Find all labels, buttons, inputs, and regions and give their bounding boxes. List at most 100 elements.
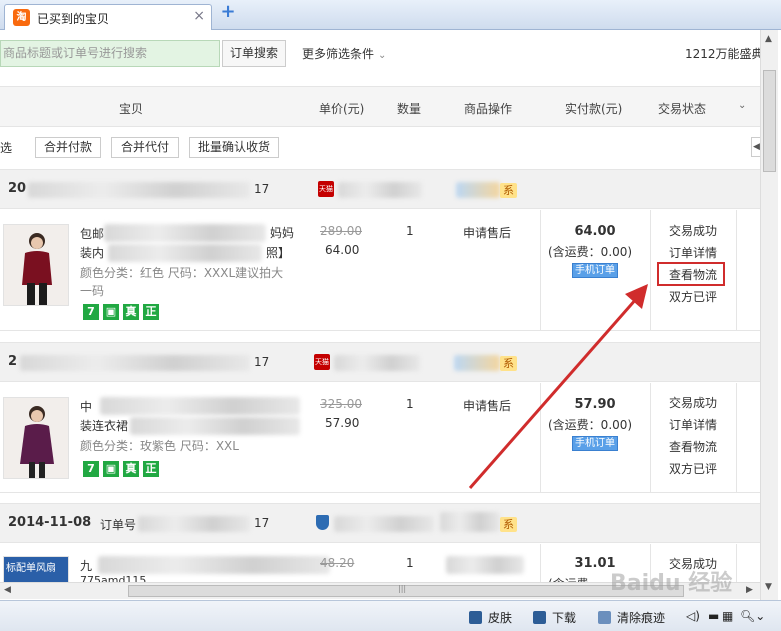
quantity: 1 — [406, 556, 414, 570]
order-date: 2 — [8, 354, 18, 369]
baidu-watermark: Baidu 经验 — [610, 571, 733, 596]
tmall-badge-icon: 天猫 — [318, 181, 334, 197]
divider — [650, 383, 651, 493]
divider — [736, 383, 737, 493]
merge-pay-button[interactable]: 合并付款 — [35, 137, 101, 158]
order-header: 2 17 天猫 系 — [0, 342, 760, 382]
batch-actions-bar: 全选 合并付款 合并代付 批量确认收货 ◀ — [0, 128, 761, 168]
redacted-title — [98, 556, 330, 574]
download-button[interactable]: 下载 — [533, 609, 576, 626]
service-icons: 7 ▣ 真正 — [83, 461, 163, 477]
redacted-shop-name[interactable] — [334, 516, 434, 532]
more-filters-dropdown[interactable]: 更多筛选条件 ⌄ — [302, 45, 386, 62]
grid-icon[interactable]: ▦ — [722, 609, 733, 623]
product-title-line2: 装内 — [80, 246, 105, 260]
vertical-scrollbar[interactable]: ▲ ▼ — [760, 30, 778, 600]
redacted-order-number — [28, 182, 250, 198]
trade-success-status: 交易成功 — [669, 396, 718, 410]
batch-confirm-receipt-button[interactable]: 批量确认收货 — [189, 137, 279, 158]
mobile-order-badge: 手机订单 — [572, 436, 618, 451]
phone-icon[interactable]: ▣ — [103, 461, 119, 477]
order-header: 20 17 天猫 系 — [0, 169, 760, 209]
phone-icon[interactable]: ▣ — [103, 304, 119, 320]
scroll-right-icon[interactable]: ▶ — [746, 585, 753, 595]
genuine-icon[interactable]: 真 — [123, 461, 139, 477]
new-tab-icon[interactable]: + — [220, 3, 236, 21]
clear-traces-button[interactable]: 清除痕迹 — [598, 609, 665, 626]
unit-price: 57.90 — [325, 416, 360, 430]
tmall-badge-icon: 天猫 — [314, 354, 330, 370]
scroll-left-icon[interactable]: ◀ — [4, 585, 11, 595]
authentic-icon[interactable]: 正 — [143, 304, 159, 320]
promo-text[interactable]: 1212万能盛典 — [685, 45, 764, 62]
quantity: 1 — [406, 224, 414, 238]
browser-tab-bar: 淘 已买到的宝贝 × + — [0, 0, 781, 30]
amount-paid: 64.00 — [574, 224, 616, 239]
tab-title: 已买到的宝贝 — [37, 12, 110, 26]
skin-button[interactable]: 皮肤 — [469, 609, 512, 626]
order-number-label: 订单号 — [100, 518, 137, 532]
scroll-down-icon[interactable]: ▼ — [765, 582, 772, 592]
download-icon — [533, 611, 546, 624]
order-date: 2014-11-08 — [8, 515, 92, 530]
redacted-order-number — [20, 355, 250, 371]
order-number-suffix: 17 — [254, 182, 270, 196]
product-title-tail: 妈妈 — [270, 226, 295, 240]
scroll-up-icon[interactable]: ▲ — [765, 34, 772, 44]
redacted-shop-name[interactable] — [338, 182, 422, 198]
volume-icon[interactable]: ◁) — [686, 609, 700, 623]
redacted-shop-name[interactable] — [334, 355, 420, 371]
order-number-suffix: 17 — [254, 516, 270, 530]
order-search-button[interactable]: 订单搜索 — [222, 40, 286, 67]
shop-tag: 系 — [500, 356, 517, 371]
redacted-shop-info — [440, 512, 500, 532]
chevron-down-icon[interactable]: ⌄ — [738, 100, 746, 111]
divider — [650, 210, 651, 331]
after-sale-link[interactable]: 申请售后 — [463, 397, 511, 414]
original-price: 325.00 — [320, 397, 362, 411]
both-reviewed-link[interactable]: 双方已评 — [669, 458, 717, 480]
skin-label: 皮肤 — [488, 611, 513, 625]
redacted-title — [108, 244, 262, 262]
browser-status-bar: 皮肤 下载 清除痕迹 ◁) ▬ ▦ 🔍︎⌄ — [0, 600, 781, 631]
product-thumbnail[interactable] — [3, 397, 69, 479]
grip-icon: ||| — [398, 584, 407, 593]
tab-bought-items[interactable]: 淘 已买到的宝贝 × — [4, 4, 212, 30]
header-unit-price: 单价(元) — [319, 102, 365, 116]
product-title-start: 中 — [80, 400, 93, 414]
table-header: 宝贝 单价(元) 数量 商品操作 实付款(元) 交易状态 ⌄ — [0, 87, 760, 127]
select-all-checkbox[interactable]: 全选 — [0, 139, 12, 156]
seven-day-return-icon[interactable]: 7 — [83, 461, 99, 477]
window-icon[interactable]: ▬ — [708, 609, 719, 623]
genuine-icon[interactable]: 真 — [123, 304, 139, 320]
service-icons: 7 ▣ 真正 — [83, 304, 163, 320]
seven-day-return-icon[interactable]: 7 — [83, 304, 99, 320]
both-reviewed-link[interactable]: 双方已评 — [669, 286, 717, 308]
shield-icon — [316, 515, 329, 530]
after-sale-link[interactable]: 申请售后 — [463, 224, 511, 241]
search-input[interactable]: 商品标题或订单号进行搜索 — [0, 40, 220, 67]
divider — [736, 544, 737, 582]
redacted-title — [100, 397, 300, 415]
view-logistics-link[interactable]: 查看物流 — [669, 436, 717, 458]
header-trade-status[interactable]: 交易状态 — [658, 100, 706, 117]
divider — [736, 210, 737, 331]
header-item-actions: 商品操作 — [464, 102, 513, 116]
zoom-icon[interactable]: 🔍︎⌄ — [740, 609, 765, 623]
header-item: 宝贝 — [119, 102, 144, 116]
close-icon[interactable]: × — [193, 8, 205, 24]
vertical-scroll-thumb[interactable] — [763, 70, 776, 172]
shirt-icon — [469, 611, 482, 624]
thumbnail-caption: 标配单风扇 — [6, 563, 56, 574]
product-title-line2: 装连衣裙 — [80, 419, 129, 433]
order-details-link[interactable]: 订单详情 — [669, 242, 717, 264]
shop-tag: 系 — [500, 517, 517, 532]
merge-agent-pay-button[interactable]: 合并代付 — [111, 137, 179, 158]
order-row: 中 装连衣裙 颜色分类：玫紫色 尺码：XXL 7 ▣ 真正 325.00 57.90… — [0, 383, 760, 493]
order-details-link[interactable]: 订单详情 — [669, 414, 717, 436]
unit-price: 64.00 — [325, 243, 360, 257]
product-thumbnail[interactable] — [3, 224, 69, 306]
authentic-icon[interactable]: 正 — [143, 461, 159, 477]
product-title-tail2: 照】 — [266, 246, 291, 260]
product-properties: 颜色分类：玫紫色 尺码：XXL — [80, 439, 239, 453]
